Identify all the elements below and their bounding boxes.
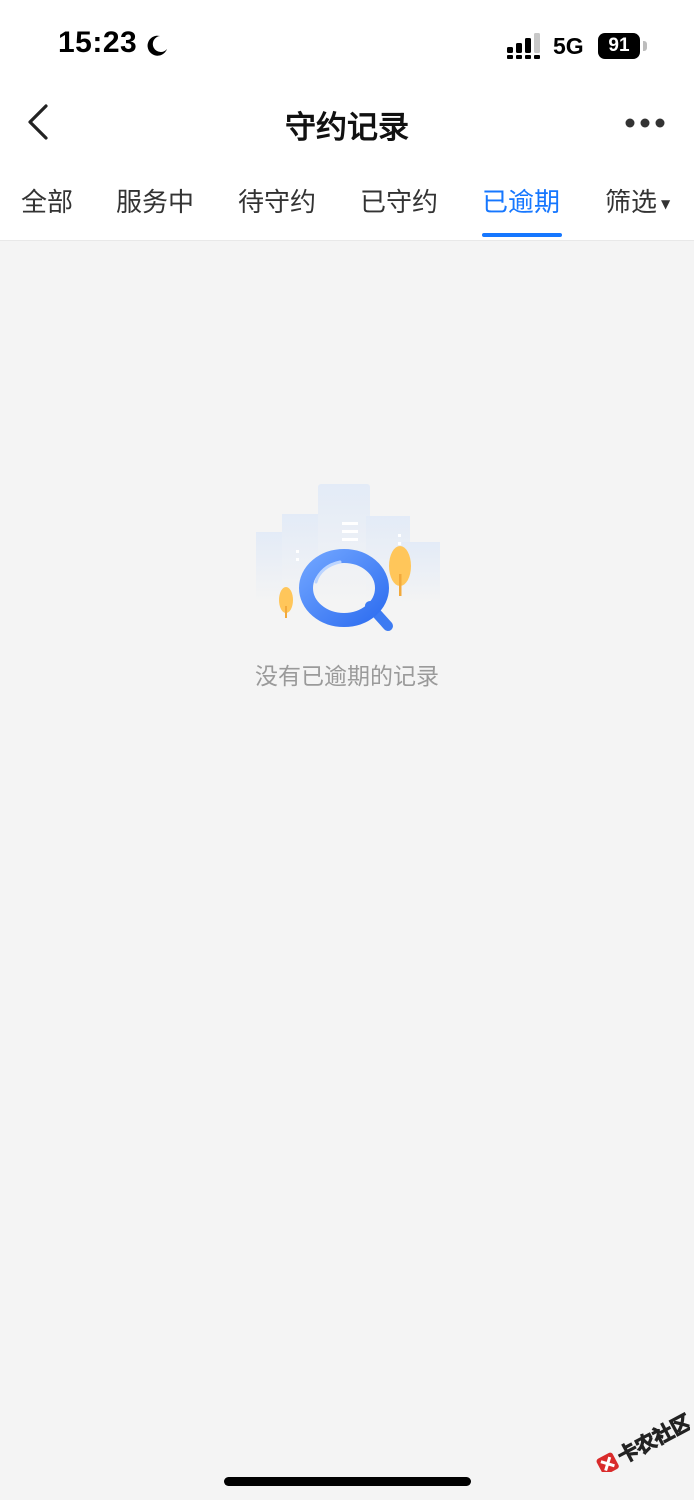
nav-bar: 守约记录	[0, 84, 694, 162]
status-time: 15:23	[58, 26, 138, 59]
tab-pending[interactable]: 待守约	[238, 182, 316, 219]
moon-icon	[147, 35, 167, 56]
tab-in-service[interactable]: 服务中	[116, 182, 194, 219]
tab-kept[interactable]: 已守约	[360, 182, 438, 219]
signal-icon	[507, 33, 540, 59]
battery-tip	[643, 41, 647, 51]
home-indicator[interactable]	[224, 1477, 471, 1486]
empty-state-message: 没有已逾期的记录	[255, 664, 439, 690]
tab-filter-label: 筛选	[605, 188, 658, 218]
caret-down-icon: ▼	[661, 196, 671, 211]
tab-overdue[interactable]: 已逾期	[482, 182, 560, 219]
tab-all[interactable]: 全部	[21, 182, 73, 219]
search-empty-illustration	[256, 484, 440, 631]
kanong-watermark-logo: 卡农社区	[596, 1412, 690, 1472]
tab-bar: 全部 服务中 待守约 已守约 已逾期 筛选 ▼	[0, 162, 694, 241]
page-title: 守约记录	[285, 110, 409, 146]
active-tab-indicator	[482, 233, 562, 237]
network-label: 5G	[553, 33, 584, 59]
more-dots-icon[interactable]	[620, 108, 670, 138]
page: 15:23 5G 91 守约记录 全部 服务中 待守约 已守约 已逾期 筛选 ▼…	[0, 0, 694, 1500]
battery-indicator: 91	[598, 33, 640, 59]
status-bar: 15:23 5G 91	[0, 0, 694, 84]
svg-text:卡农社区: 卡农社区	[614, 1412, 690, 1468]
tab-filter[interactable]: 筛选 ▼	[605, 182, 670, 219]
